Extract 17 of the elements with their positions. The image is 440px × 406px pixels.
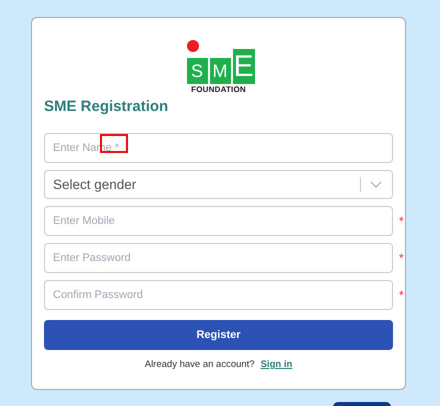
logo-letter: M [210, 58, 230, 84]
chevron-icon [370, 180, 382, 188]
register-button[interactable]: Register [44, 320, 393, 350]
input-field[interactable]: Confirm Password [44, 280, 393, 310]
logo-subtitle: FOUNDATION [191, 85, 246, 94]
form-title: SME Registration [44, 98, 170, 115]
required-mark: * [399, 288, 404, 302]
dot-icon [186, 40, 198, 52]
required-mark: * [399, 251, 404, 265]
input-field[interactable]: Enter Password [44, 243, 393, 273]
input-field[interactable]: Enter Mobile [44, 206, 393, 236]
gender-select[interactable]: Select gender [44, 170, 393, 199]
footer-text: Already have an account? [144, 359, 255, 370]
logo-letter: E [232, 49, 254, 84]
sign-in-link[interactable]: Sign in [260, 359, 292, 370]
required-mark: * [399, 214, 404, 228]
logo-letter: S [186, 58, 208, 84]
